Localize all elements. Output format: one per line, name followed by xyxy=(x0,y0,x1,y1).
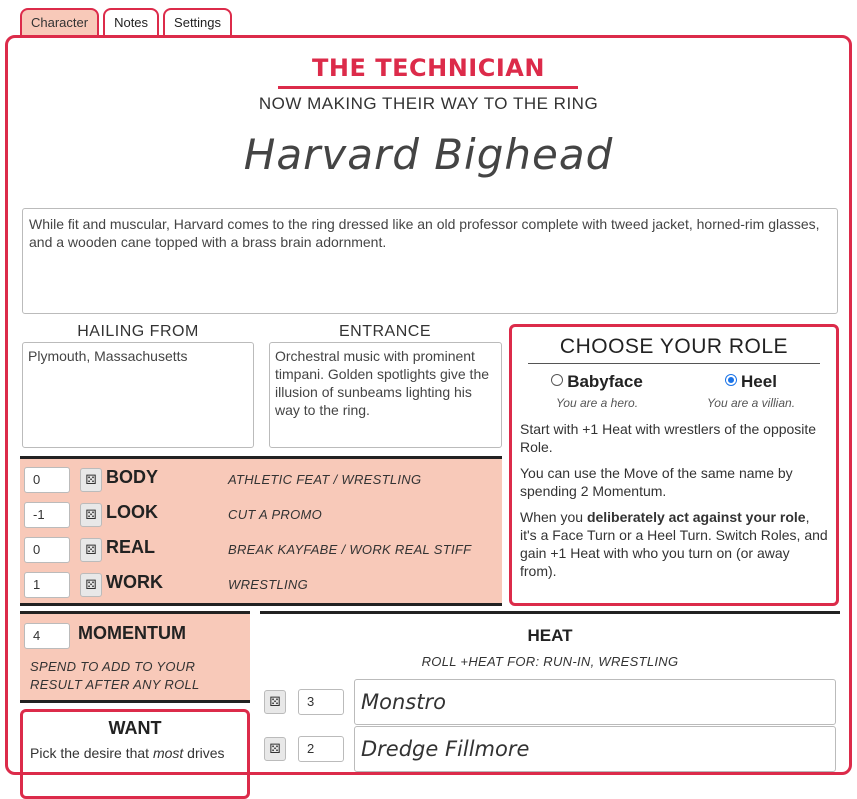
role-option-babyface[interactable]: Babyface You are a hero. xyxy=(520,372,674,410)
role-divider xyxy=(528,363,820,364)
playbook-underline xyxy=(278,86,578,89)
character-name-field[interactable]: Harvard Bighead xyxy=(8,130,849,179)
stat-moves-work: WRESTLING xyxy=(228,577,308,592)
die-icon[interactable]: ⚄ xyxy=(80,503,102,527)
stat-row-body: 0 ⚄ BODY ATHLETIC FEAT / WRESTLING xyxy=(24,466,494,494)
babyface-radio[interactable] xyxy=(551,374,564,386)
heel-radio[interactable] xyxy=(725,374,738,386)
playbook-title: THE TECHNICIAN xyxy=(312,54,545,82)
stat-row-look: -1 ⚄ LOOK CUT A PROMO xyxy=(24,501,494,529)
want-panel: WANT Pick the desire that most drives xyxy=(20,709,250,799)
character-sheet: THE TECHNICIAN NOW MAKING THEIR WAY TO T… xyxy=(5,35,852,799)
role-option-heel[interactable]: Heel You are a villian. xyxy=(674,372,828,410)
heat-value-input[interactable]: 2 xyxy=(298,736,344,762)
die-icon[interactable]: ⚄ xyxy=(264,690,286,714)
heat-row: ⚄ 2 Dredge Fillmore xyxy=(264,726,836,774)
stat-row-real: 0 ⚄ REAL BREAK KAYFABE / WORK REAL STIFF xyxy=(24,536,494,564)
heat-panel: HEAT ROLL +HEAT FOR: RUN-IN, WRESTLING ⚄… xyxy=(260,611,840,781)
heat-name-field[interactable]: Monstro xyxy=(354,679,836,725)
tab-character[interactable]: Character xyxy=(20,8,100,36)
role-panel: CHOOSE YOUR ROLE Babyface You are a hero… xyxy=(509,324,839,606)
momentum-title: MOMENTUM xyxy=(78,623,186,643)
heat-value-input[interactable]: 3 xyxy=(298,689,344,715)
heat-title: HEAT xyxy=(527,626,573,645)
work-value-input[interactable]: 1 xyxy=(24,572,70,598)
want-title: WANT xyxy=(108,718,162,738)
role-title: CHOOSE YOUR ROLE xyxy=(559,335,789,358)
real-value-input[interactable]: 0 xyxy=(24,537,70,563)
stat-moves-look: CUT A PROMO xyxy=(228,507,323,522)
momentum-panel: 4 MOMENTUM SPEND TO ADD TO YOUR RESULT A… xyxy=(20,611,250,703)
tab-bar: Character Notes Settings xyxy=(20,8,233,36)
stat-moves-real: BREAK KAYFABE / WORK REAL STIFF xyxy=(228,542,472,557)
role-rule-3: When you deliberately act against your r… xyxy=(520,509,828,579)
role-rule-2: You can use the Move of the same name by… xyxy=(520,465,793,499)
heat-name-field[interactable]: Dredge Fillmore xyxy=(354,726,836,772)
hailing-from-label: HAILING FROM xyxy=(77,323,199,340)
heel-hint: You are a villian. xyxy=(706,396,796,410)
stat-name-look: LOOK xyxy=(106,502,158,522)
stat-name-body: BODY xyxy=(106,467,159,487)
stat-name-work: WORK xyxy=(106,572,163,592)
look-value-input[interactable]: -1 xyxy=(24,502,70,528)
babyface-hint: You are a hero. xyxy=(555,396,639,410)
hailing-from-field[interactable]: Plymouth, Massachusetts xyxy=(22,342,254,448)
role-rule-1: Start with +1 Heat with wrestlers of the… xyxy=(520,421,817,455)
die-icon[interactable]: ⚄ xyxy=(80,573,102,597)
die-icon[interactable]: ⚄ xyxy=(264,737,286,761)
stat-moves-body: ATHLETIC FEAT / WRESTLING xyxy=(228,472,422,487)
die-icon[interactable]: ⚄ xyxy=(80,538,102,562)
stat-name-real: REAL xyxy=(106,537,155,557)
entrance-field[interactable]: Orchestral music with prominent timpani.… xyxy=(269,342,502,448)
role-rules: Start with +1 Heat with wrestlers of the… xyxy=(520,420,828,580)
die-icon[interactable]: ⚄ xyxy=(80,468,102,492)
want-text: Pick the desire that most drives xyxy=(30,745,225,761)
momentum-value-input[interactable]: 4 xyxy=(24,623,70,649)
tab-notes[interactable]: Notes xyxy=(103,8,160,36)
stats-panel: 0 ⚄ BODY ATHLETIC FEAT / WRESTLING -1 ⚄ … xyxy=(20,456,502,606)
momentum-hint: SPEND TO ADD TO YOUR RESULT AFTER ANY RO… xyxy=(30,659,200,692)
heat-hint: ROLL +HEAT FOR: RUN-IN, WRESTLING xyxy=(421,654,679,669)
stat-row-work: 1 ⚄ WORK WRESTLING xyxy=(24,571,494,599)
heel-label: Heel xyxy=(741,372,777,391)
body-value-input[interactable]: 0 xyxy=(24,467,70,493)
description-field[interactable]: While fit and muscular, Harvard comes to… xyxy=(22,208,838,314)
tagline: NOW MAKING THEIR WAY TO THE RING xyxy=(258,94,599,113)
babyface-label: Babyface xyxy=(567,372,643,391)
tab-settings[interactable]: Settings xyxy=(163,8,233,36)
entrance-label: ENTRANCE xyxy=(338,323,431,340)
heat-row: ⚄ 3 Monstro xyxy=(264,679,836,727)
